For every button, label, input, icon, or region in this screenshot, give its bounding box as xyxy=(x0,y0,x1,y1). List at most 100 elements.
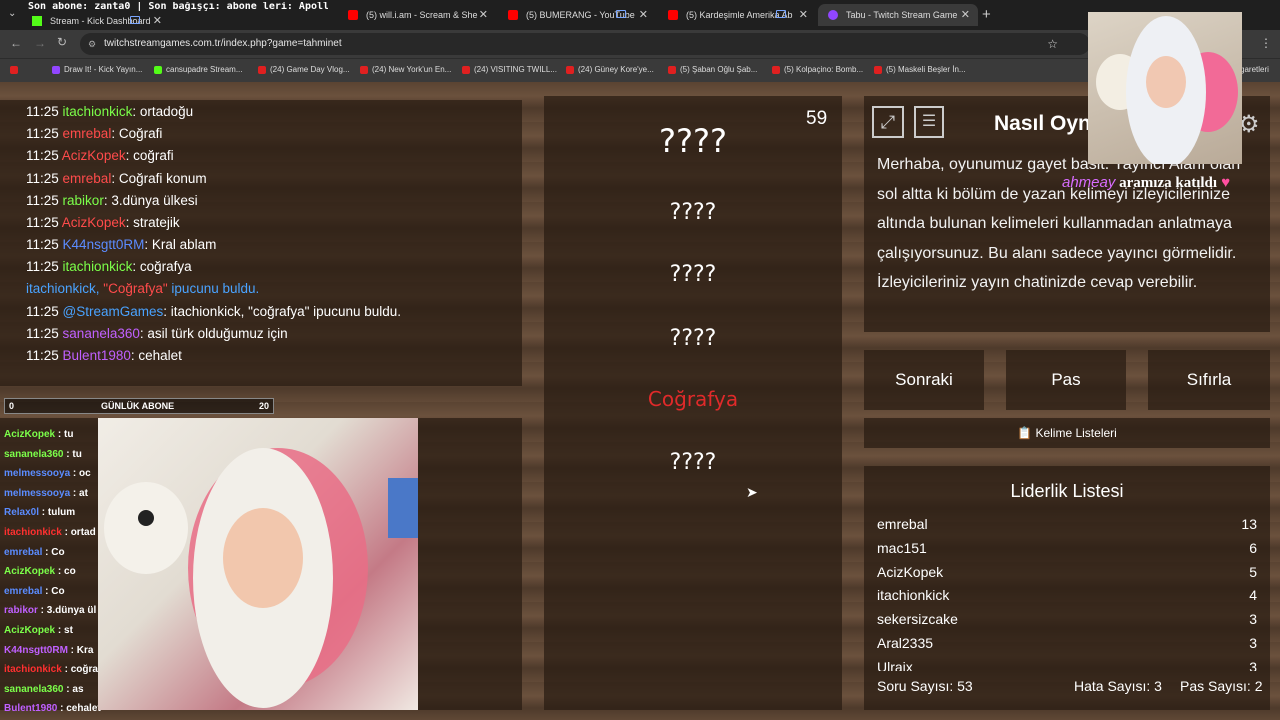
overlay-chat-user: emrebal xyxy=(4,546,43,558)
overlay-chat-message: Relax0l : tulum xyxy=(4,507,75,518)
close-tab-icon[interactable]: ✕ xyxy=(153,14,162,27)
overlay-chat-message: K44nsgtt0RM : Kra xyxy=(4,645,93,656)
tab-bumerang[interactable]: (5) BUMERANG - YouTube ✕ xyxy=(498,4,656,26)
youtube-icon xyxy=(668,10,678,20)
bookmark-1[interactable]: Draw It! - Kick Yayın... xyxy=(52,65,142,74)
chat-username[interactable]: itachionkick xyxy=(63,104,133,119)
overlay-chat-message: itachionkick : ortad xyxy=(4,527,96,538)
new-tab-button[interactable]: + xyxy=(982,6,991,23)
chat-username[interactable]: @StreamGames xyxy=(63,304,164,319)
overlay-chat-user: itachionkick xyxy=(4,527,62,538)
overlay-chat-message: AcizKopek : co xyxy=(4,566,76,577)
bookmark-4[interactable]: (24) New York'un En... xyxy=(360,65,451,74)
chat-username[interactable]: emrebal xyxy=(63,126,112,141)
url-input[interactable]: ⚙ twitchstreamgames.com.tr/index.php?gam… xyxy=(80,33,1090,55)
tab-tabu[interactable]: Tabu - Twitch Stream Game ✕ xyxy=(818,4,978,26)
taboo-word: ???? xyxy=(669,262,717,287)
tab-list-chevron-icon[interactable]: ⌄ xyxy=(8,8,16,19)
close-tab-icon[interactable]: ✕ xyxy=(961,8,970,21)
close-tab-icon[interactable]: ✕ xyxy=(479,8,488,21)
site-info-icon[interactable]: ⚙ xyxy=(88,33,96,55)
word-lists-button[interactable]: 📋 Kelime Listeleri xyxy=(864,418,1270,448)
overlay-chat-user: melmessooya xyxy=(4,487,71,499)
chat-time: 11:25 xyxy=(26,348,59,364)
leaderboard-row: emrebal 13 xyxy=(877,516,1257,532)
chat-username[interactable]: sananela360 xyxy=(63,326,140,341)
chat-username[interactable]: itachionkick xyxy=(63,259,133,274)
overlay-chat-message: emrebal : Co xyxy=(4,586,65,597)
overlay-chat-text: : tulum xyxy=(39,507,76,519)
fullscreen-icon[interactable]: ⤢ xyxy=(872,106,904,138)
chat-username[interactable]: K44nsgtt0RM xyxy=(63,237,145,252)
pass-button[interactable]: Pas xyxy=(1006,350,1126,410)
overlay-chat-message: rabikor : 3.dünya ül xyxy=(4,605,96,616)
close-tab-icon[interactable]: ✕ xyxy=(639,8,648,21)
forward-icon[interactable]: → xyxy=(34,36,46,50)
chat-time: 11:25 xyxy=(26,126,59,142)
reload-icon[interactable]: ↻ xyxy=(57,35,67,49)
leaderboard-row: itachionkick 4 xyxy=(877,587,1257,603)
bookmark-star-icon[interactable]: ☆ xyxy=(1047,33,1058,55)
leaderboard-score: 13 xyxy=(1241,516,1257,532)
hint-user: itachionkick, xyxy=(26,281,100,296)
overlay-chat-user: melmessooya xyxy=(4,468,71,480)
overlay-chat-message: melmessooya : oc xyxy=(4,468,91,479)
leaderboard-row: Aral2335 3 xyxy=(877,635,1257,651)
taboo-word: ???? xyxy=(659,122,727,160)
menu-icon[interactable]: ⋮ xyxy=(1260,36,1272,50)
close-tab-icon[interactable]: ✕ xyxy=(799,8,808,21)
overlay-chat-text: : Co xyxy=(42,585,65,597)
taboo-word: ???? xyxy=(669,326,717,351)
chat-username[interactable]: emrebal xyxy=(63,171,112,186)
overlay-chat-user: itachionkick xyxy=(4,664,62,676)
chat-username[interactable]: Bulent1980 xyxy=(63,348,131,363)
youtube-icon xyxy=(668,66,676,74)
chat-time: 11:25 xyxy=(26,192,59,208)
chat-time: 11:25 xyxy=(26,304,59,319)
chat-text: : cehalet xyxy=(130,348,182,364)
join-notification: ahmeay aramıza katıldı ♥ xyxy=(1062,174,1231,191)
tab-william[interactable]: (5) will.i.am - Scream & She ✕ xyxy=(338,4,496,26)
chat-message: 11:25 AcizKopek: coğrafi xyxy=(26,148,174,163)
leaderboard-name: Aral2335 xyxy=(877,635,934,651)
chat-username[interactable]: rabikor xyxy=(63,193,104,208)
bookmark-3[interactable]: (24) Game Day Vlog... xyxy=(258,65,350,74)
bookmarks-overflow[interactable]: garetleri xyxy=(1240,65,1269,74)
leaderboard-row: sekersizcake 3 xyxy=(877,611,1257,627)
bookmark-icon xyxy=(52,66,60,74)
overlay-chat-message: Bulent1980 : cehalet xyxy=(4,703,101,714)
next-button[interactable]: Sonraki xyxy=(864,350,984,410)
leaderboard-score: 3 xyxy=(1249,635,1257,651)
chat-time: 11:25 xyxy=(26,170,59,186)
leaderboard-name: sekersizcake xyxy=(877,611,958,628)
chat-message: 11:25 AcizKopek: stratejik xyxy=(26,215,180,230)
youtube-icon xyxy=(462,66,470,74)
back-icon[interactable]: ← xyxy=(10,36,22,50)
taboo-word: ???? xyxy=(669,200,717,225)
bookmark-2[interactable]: cansupadre Stream... xyxy=(154,65,242,74)
webcam-feed xyxy=(98,418,418,710)
chat-message: 11:25 itachionkick: ortadoğu xyxy=(26,104,193,119)
chat-message: 11:25 Bulent1980: cehalet xyxy=(26,348,182,363)
leaderboard-name: emrebal xyxy=(877,516,928,532)
chat-time: 11:25 xyxy=(26,148,59,164)
chat-time: 11:25 xyxy=(26,326,59,342)
tab-kardesimle[interactable]: (5) Kardeşimle Amerika Ab ✕ xyxy=(658,4,816,26)
leaderboard-row: AcizKopek 5 xyxy=(877,564,1257,580)
bookmark-8[interactable]: (5) Kolpaçino: Bomb... xyxy=(772,65,863,74)
bookmark-7[interactable]: (5) Şaban Oğlu Şab... xyxy=(668,65,757,74)
youtube-icon xyxy=(566,66,574,74)
bookmark-5[interactable]: (24) VISITING TWILL... xyxy=(462,65,557,74)
chat-message: 11:25 emrebal: Coğrafi xyxy=(26,126,162,141)
overlay-chat-text: : st xyxy=(55,625,73,636)
reset-button[interactable]: Sıfırla xyxy=(1148,350,1270,410)
chat-username[interactable]: AcizKopek xyxy=(62,215,126,230)
rules-icon[interactable]: ☰ xyxy=(914,106,944,138)
overlay-chat-user: AcizKopek xyxy=(4,566,56,578)
chat-username[interactable]: AcizKopek xyxy=(62,148,126,163)
bookmark-6[interactable]: (24) Güney Kore'ye... xyxy=(566,65,654,74)
leaderboard-row: mac151 6 xyxy=(877,540,1257,556)
overlay-chat-user: rabikor xyxy=(4,605,38,617)
tab-kick-dashboard[interactable]: Stream - Kick Dashboard ✕ xyxy=(22,10,170,32)
bookmark-9[interactable]: (5) Maskeli Beşler İn... xyxy=(874,65,966,74)
